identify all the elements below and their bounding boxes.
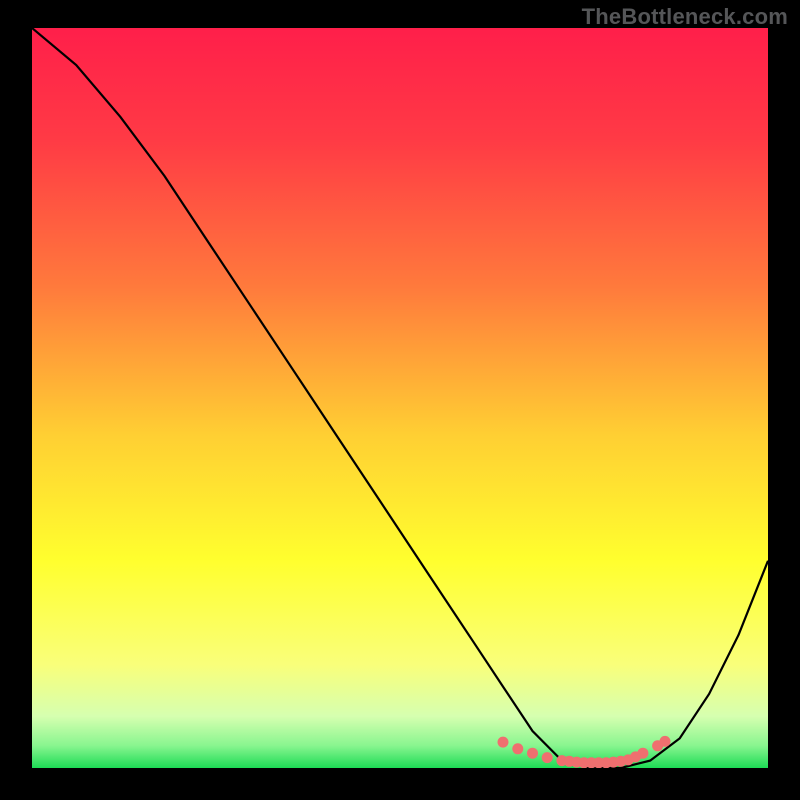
watermark-text: TheBottleneck.com — [582, 4, 788, 30]
marker-dot — [527, 748, 538, 759]
plot-area — [32, 28, 768, 768]
chart-frame: TheBottleneck.com — [0, 0, 800, 800]
marker-dot — [512, 743, 523, 754]
bottleneck-chart — [32, 28, 768, 768]
marker-dot — [660, 736, 671, 747]
gradient-background — [32, 28, 768, 768]
marker-dot — [542, 752, 553, 763]
marker-dot — [637, 748, 648, 759]
marker-dot — [498, 737, 509, 748]
